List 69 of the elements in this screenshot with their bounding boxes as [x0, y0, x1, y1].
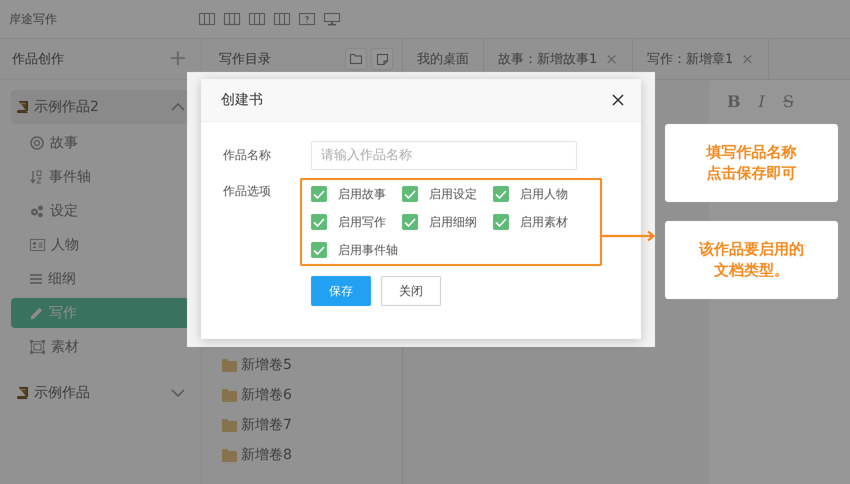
folder-icon — [350, 54, 362, 64]
callout: 填写作品名称点击保存即可 — [665, 124, 838, 202]
gears-icon — [30, 204, 44, 218]
chevron-up-icon[interactable] — [171, 103, 185, 111]
folder-icon — [222, 388, 237, 402]
checkbox[interactable] — [311, 214, 327, 230]
layout-icon[interactable] — [224, 13, 240, 25]
field-label: 作品名称 — [223, 147, 272, 164]
contact-card-icon — [30, 239, 45, 251]
layout-icon[interactable] — [199, 13, 215, 25]
folder-item[interactable]: 新增卷6 — [202, 380, 402, 410]
dialog-title: 创建书 — [221, 91, 263, 109]
project-name: 示例作品2 — [34, 98, 100, 116]
chevron-down-icon[interactable] — [171, 389, 185, 397]
close-icon — [612, 94, 624, 106]
monitor-icon[interactable] — [324, 12, 340, 26]
checkbox-label: 启用素材 — [520, 214, 568, 230]
list-icon — [30, 274, 42, 284]
close-tab-button[interactable]: × — [605, 50, 618, 68]
checkbox-label: 启用设定 — [429, 186, 477, 202]
new-note-button[interactable] — [371, 48, 393, 70]
sidebar-item[interactable]: 素材 — [11, 332, 191, 362]
catalog-title: 写作目录 — [219, 51, 271, 68]
checkbox[interactable] — [493, 214, 509, 230]
folder-icon — [222, 418, 237, 432]
checkbox-label: 启用故事 — [338, 186, 386, 202]
checkbox[interactable] — [493, 186, 509, 202]
checkbox-label: 启用细纲 — [429, 214, 477, 230]
close-tab-button[interactable]: × — [741, 50, 754, 68]
frame-icon — [30, 340, 45, 354]
folder-item[interactable]: 新增卷5 — [202, 350, 402, 380]
sidebar-item[interactable]: 设定 — [11, 196, 191, 226]
folder-item[interactable]: 新增卷7 — [202, 410, 402, 440]
format-button[interactable]: I — [758, 92, 765, 111]
globe-icon — [30, 136, 44, 150]
sidebar-item[interactable]: 事件轴 — [11, 162, 191, 192]
save-button[interactable]: 保存 — [311, 276, 371, 306]
checkbox[interactable] — [402, 214, 418, 230]
sidebar-title: 作品创作 — [12, 51, 64, 68]
add-button[interactable]: + — [168, 48, 187, 70]
project-item[interactable]: 示例作品 — [11, 376, 191, 410]
checkbox-label: 启用人物 — [520, 186, 568, 202]
folder-icon — [222, 448, 237, 462]
sort-icon — [30, 170, 43, 184]
input-field[interactable]: 请输入作品名称 — [311, 141, 577, 170]
checkbox[interactable] — [402, 186, 418, 202]
project-name: 示例作品 — [34, 384, 91, 402]
format-button[interactable]: B — [727, 92, 741, 111]
folder-icon — [222, 358, 237, 372]
checkbox[interactable] — [311, 242, 327, 258]
sidebar-item[interactable]: 细纲 — [11, 264, 191, 294]
pencil-icon — [30, 306, 43, 320]
help-icon[interactable] — [299, 13, 315, 25]
checkbox[interactable] — [311, 186, 327, 202]
layout-icon[interactable] — [249, 13, 265, 25]
folder-item[interactable]: 新增卷8 — [202, 440, 402, 470]
sidebar-item[interactable]: 故事 — [11, 128, 191, 158]
new-folder-button[interactable] — [345, 48, 367, 70]
field-label: 作品选项 — [223, 183, 272, 200]
checkbox-label: 启用写作 — [338, 214, 386, 230]
app-title: 岸途写作 — [8, 10, 58, 28]
sidebar-item[interactable]: 人物 — [11, 230, 191, 260]
close-dialog-button[interactable]: 关闭 — [381, 276, 441, 306]
close-button[interactable] — [612, 94, 624, 106]
format-button[interactable]: S — [782, 92, 794, 111]
callout: 该作品要启用的文档类型。 — [665, 221, 838, 299]
layout-icon[interactable] — [274, 13, 290, 25]
checkbox-label: 启用事件轴 — [338, 242, 398, 258]
note-icon — [376, 54, 388, 64]
